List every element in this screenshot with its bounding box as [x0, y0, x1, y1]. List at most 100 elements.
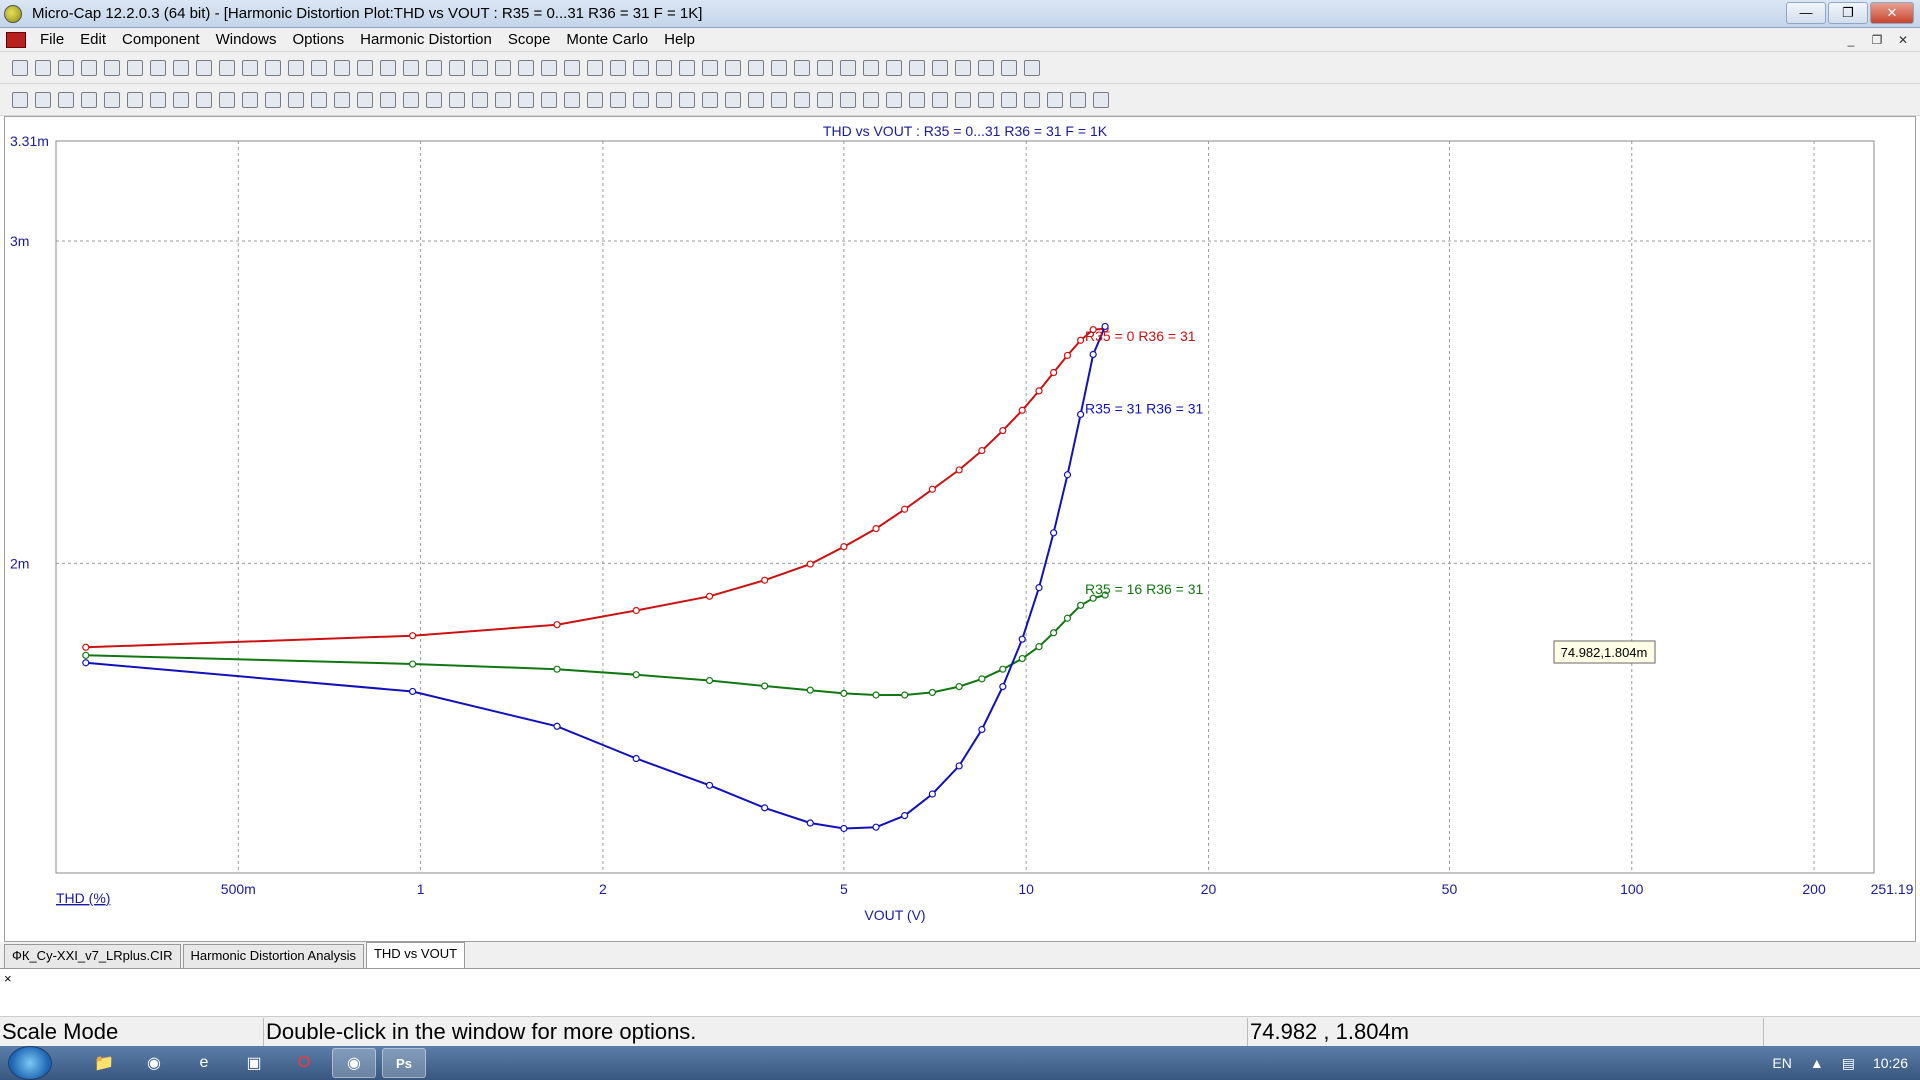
toolbar-button-icon[interactable] [495, 92, 511, 108]
clock[interactable]: 10:26 [1873, 1055, 1908, 1071]
output-pane[interactable]: × [0, 968, 1920, 1016]
toolbar-button-icon[interactable] [955, 60, 971, 76]
toolbar-button-icon[interactable] [679, 60, 695, 76]
toolbar-button-icon[interactable] [35, 60, 51, 76]
network-icon[interactable]: ▤ [1842, 1055, 1855, 1072]
toolbar-button-icon[interactable] [495, 60, 511, 76]
toolbar-button-icon[interactable] [265, 92, 281, 108]
toolbar-button-icon[interactable] [311, 92, 327, 108]
menu-scope[interactable]: Scope [500, 31, 559, 48]
app-window-icon[interactable]: ▣ [232, 1048, 276, 1078]
tab-harmonic-analysis[interactable]: Harmonic Distortion Analysis [182, 944, 364, 968]
photoshop-icon[interactable]: Ps [382, 1048, 426, 1078]
chrome-icon[interactable]: ◉ [132, 1048, 176, 1078]
toolbar-button-icon[interactable] [1070, 92, 1086, 108]
toolbar-button-icon[interactable] [35, 92, 51, 108]
toolbar-button-icon[interactable] [794, 92, 810, 108]
toolbar-button-icon[interactable] [817, 92, 833, 108]
toolbar-button-icon[interactable] [104, 92, 120, 108]
toolbar-button-icon[interactable] [587, 60, 603, 76]
mdi-minimize-button[interactable]: _ [1840, 31, 1862, 49]
toolbar-button-icon[interactable] [541, 92, 557, 108]
toolbar-button-icon[interactable] [610, 60, 626, 76]
toolbar-button-icon[interactable] [219, 60, 235, 76]
toolbar-button-icon[interactable] [909, 92, 925, 108]
internet-explorer-icon[interactable]: e [182, 1048, 226, 1078]
toolbar-button-icon[interactable] [311, 60, 327, 76]
opera-icon[interactable]: O [282, 1048, 326, 1078]
tab-thd-vs-vout[interactable]: THD vs VOUT [365, 942, 466, 968]
toolbar-button-icon[interactable] [472, 60, 488, 76]
toolbar-button-icon[interactable] [81, 92, 97, 108]
toolbar-button-icon[interactable] [288, 92, 304, 108]
mdi-close-button[interactable]: ✕ [1892, 31, 1914, 49]
toolbar-button-icon[interactable] [426, 92, 442, 108]
toolbar-button-icon[interactable] [518, 92, 534, 108]
toolbar-button-icon[interactable] [886, 92, 902, 108]
toolbar-button-icon[interactable] [932, 60, 948, 76]
toolbar-button-icon[interactable] [472, 92, 488, 108]
toolbar-button-icon[interactable] [334, 92, 350, 108]
toolbar-button-icon[interactable] [288, 60, 304, 76]
menu-monte-carlo[interactable]: Monte Carlo [558, 31, 656, 48]
toolbar-button-icon[interactable] [771, 60, 787, 76]
restore-button[interactable]: ❐ [1828, 2, 1868, 24]
toolbar-button-icon[interactable] [1093, 92, 1109, 108]
toolbar-button-icon[interactable] [1001, 92, 1017, 108]
thd-plot[interactable]: THD vs VOUT : R35 = 0...31 R36 = 31 F = … [0, 116, 1920, 942]
menu-component[interactable]: Component [114, 31, 208, 48]
toolbar-button-icon[interactable] [380, 60, 396, 76]
toolbar-button-icon[interactable] [840, 92, 856, 108]
toolbar-button-icon[interactable] [886, 60, 902, 76]
toolbar-button-icon[interactable] [104, 60, 120, 76]
mdi-restore-button[interactable]: ❐ [1866, 31, 1888, 49]
toolbar-button-icon[interactable] [679, 92, 695, 108]
toolbar-button-icon[interactable] [725, 60, 741, 76]
toolbar-button-icon[interactable] [12, 60, 28, 76]
toolbar-button-icon[interactable] [633, 60, 649, 76]
toolbar-button-icon[interactable] [449, 92, 465, 108]
toolbar-button-icon[interactable] [150, 92, 166, 108]
toolbar-button-icon[interactable] [863, 92, 879, 108]
tray-expand-icon[interactable]: ▲ [1810, 1055, 1824, 1071]
toolbar-button-icon[interactable] [127, 60, 143, 76]
toolbar-button-icon[interactable] [81, 60, 97, 76]
menu-file[interactable]: File [32, 31, 72, 48]
menu-help[interactable]: Help [656, 31, 703, 48]
app-icon[interactable] [4, 4, 22, 23]
toolbar-button-icon[interactable] [794, 60, 810, 76]
toolbar-button-icon[interactable] [932, 92, 948, 108]
toolbar-button-icon[interactable] [58, 60, 74, 76]
minimize-button[interactable]: — [1786, 2, 1826, 24]
toolbar-button-icon[interactable] [173, 60, 189, 76]
toolbar-button-icon[interactable] [196, 92, 212, 108]
microcap-taskbar-icon[interactable]: ◉ [332, 1048, 376, 1078]
toolbar-button-icon[interactable] [357, 60, 373, 76]
menu-edit[interactable]: Edit [72, 31, 114, 48]
close-button[interactable]: ✕ [1870, 2, 1914, 24]
toolbar-button-icon[interactable] [1024, 60, 1040, 76]
toolbar-button-icon[interactable] [403, 60, 419, 76]
toolbar-button-icon[interactable] [587, 92, 603, 108]
toolbar-button-icon[interactable] [771, 92, 787, 108]
toolbar-button-icon[interactable] [840, 60, 856, 76]
close-pane-icon[interactable]: × [4, 971, 12, 986]
toolbar-button-icon[interactable] [633, 92, 649, 108]
toolbar-button-icon[interactable] [702, 60, 718, 76]
toolbar-button-icon[interactable] [403, 92, 419, 108]
toolbar-button-icon[interactable] [12, 92, 28, 108]
toolbar-button-icon[interactable] [748, 92, 764, 108]
toolbar-button-icon[interactable] [265, 60, 281, 76]
toolbar-button-icon[interactable] [978, 92, 994, 108]
toolbar-button-icon[interactable] [909, 60, 925, 76]
toolbar-button-icon[interactable] [656, 92, 672, 108]
document-icon[interactable] [6, 31, 26, 48]
toolbar-button-icon[interactable] [1001, 60, 1017, 76]
toolbar-button-icon[interactable] [449, 60, 465, 76]
explorer-icon[interactable]: 📁 [82, 1048, 126, 1078]
toolbar-button-icon[interactable] [127, 92, 143, 108]
toolbar-button-icon[interactable] [242, 92, 258, 108]
toolbar-button-icon[interactable] [1024, 92, 1040, 108]
toolbar-button-icon[interactable] [564, 60, 580, 76]
toolbar-button-icon[interactable] [219, 92, 235, 108]
